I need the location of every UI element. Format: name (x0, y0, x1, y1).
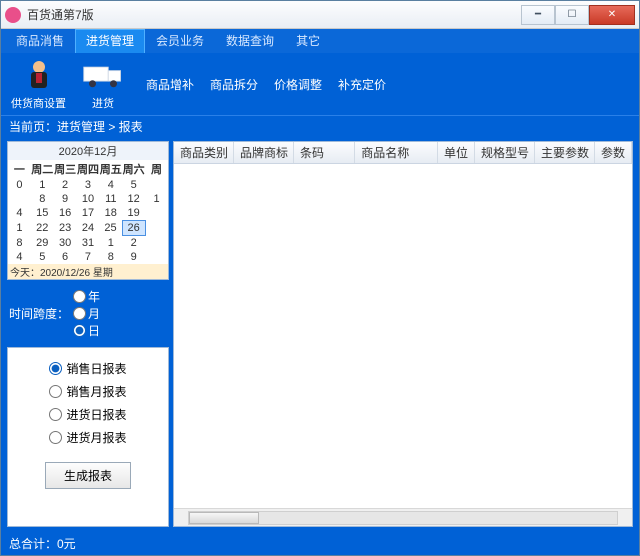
column-header-3[interactable]: 商品名称 (355, 142, 438, 163)
calendar-day[interactable]: 1 (145, 192, 168, 206)
timespan-option-日[interactable]: 日 (73, 322, 100, 339)
calendar-day[interactable]: 30 (54, 236, 77, 251)
calendar-footer[interactable]: 今天：2020/12/26 星期 (8, 264, 168, 279)
column-header-6[interactable]: 主要参数 (535, 142, 595, 163)
toolbar-link-0[interactable]: 商品增补 (146, 76, 194, 93)
calendar-day[interactable] (145, 206, 168, 221)
toolbar-purchase[interactable]: 进货 (78, 55, 128, 113)
app-icon (5, 7, 21, 23)
menu-0[interactable]: 商品消售 (5, 29, 75, 53)
toolbar-purchase-label: 进货 (92, 95, 114, 111)
titlebar: 百货通第7版 ━ ☐ ✕ (1, 1, 639, 29)
column-header-7[interactable]: 参数 (595, 142, 632, 163)
scrollbar-thumb[interactable] (189, 512, 259, 524)
calendar-day[interactable]: 10 (77, 192, 100, 206)
calendar-day[interactable] (145, 178, 168, 192)
timespan-row: 时间跨度： 年月日 (7, 286, 169, 341)
calendar-day[interactable]: 9 (54, 192, 77, 206)
report-option-0[interactable]: 销售日报表 (49, 360, 126, 377)
report-option-1[interactable]: 销售月报表 (49, 383, 126, 400)
calendar-day[interactable]: 7 (77, 250, 100, 264)
calendar-day[interactable]: 2 (54, 178, 77, 192)
status-bar: 总合计：0元 (1, 531, 639, 555)
calendar-day[interactable]: 26 (122, 221, 145, 236)
calendar-day[interactable]: 29 (31, 236, 54, 251)
toolbar-link-2[interactable]: 价格调整 (274, 76, 322, 93)
calendar-day[interactable]: 15 (31, 206, 54, 221)
calendar-day[interactable]: 8 (31, 192, 54, 206)
column-header-1[interactable]: 品牌商标 (234, 142, 294, 163)
calendar-day[interactable]: 4 (99, 178, 122, 192)
calendar-day[interactable]: 0 (8, 178, 31, 192)
calendar-day[interactable]: 23 (54, 221, 77, 236)
breadcrumb: 当前页：进货管理 > 报表 (1, 115, 639, 137)
data-grid[interactable]: 商品类别品牌商标条码商品名称单位规格型号主要参数参数 (173, 141, 633, 527)
column-header-2[interactable]: 条码 (294, 142, 355, 163)
calendar-day[interactable]: 19 (122, 206, 145, 221)
report-option-3[interactable]: 进货月报表 (49, 429, 126, 446)
calendar-title: 2020年12月 (8, 142, 168, 160)
menu-1[interactable]: 进货管理 (75, 29, 145, 53)
calendar-day[interactable]: 24 (77, 221, 100, 236)
close-button[interactable]: ✕ (589, 5, 635, 25)
calendar-day[interactable] (145, 236, 168, 251)
toolbar-link-1[interactable]: 商品拆分 (210, 76, 258, 93)
toolbar-link-3[interactable]: 补充定价 (338, 76, 386, 93)
calendar-day[interactable] (8, 192, 31, 206)
column-header-0[interactable]: 商品类别 (174, 142, 234, 163)
calendar-day[interactable]: 11 (99, 192, 122, 206)
report-option-2[interactable]: 进货日报表 (49, 406, 126, 423)
calendar-day[interactable]: 1 (31, 178, 54, 192)
minimize-button[interactable]: ━ (521, 5, 555, 25)
truck-icon (82, 57, 124, 93)
menu-3[interactable]: 数据查询 (215, 29, 285, 53)
calendar-day[interactable]: 5 (122, 178, 145, 192)
calendar-day[interactable]: 5 (31, 250, 54, 264)
horizontal-scrollbar[interactable] (174, 508, 632, 526)
column-header-5[interactable]: 规格型号 (475, 142, 535, 163)
calendar-day[interactable]: 16 (54, 206, 77, 221)
calendar-day[interactable]: 17 (77, 206, 100, 221)
calendar-day[interactable]: 3 (77, 178, 100, 192)
calendar-day[interactable] (145, 221, 168, 236)
calendar-day[interactable]: 9 (122, 250, 145, 264)
calendar-day[interactable]: 6 (54, 250, 77, 264)
menu-4[interactable]: 其它 (285, 29, 331, 53)
timespan-option-年[interactable]: 年 (73, 288, 100, 305)
calendar-day[interactable]: 1 (8, 221, 31, 236)
calendar-day[interactable]: 22 (31, 221, 54, 236)
calendar-day[interactable]: 4 (8, 250, 31, 264)
calendar-day[interactable]: 25 (99, 221, 122, 236)
toolbar-supplier[interactable]: 供货商设置 (7, 55, 70, 113)
window-title: 百货通第7版 (27, 6, 521, 23)
calendar-day[interactable]: 8 (8, 236, 31, 251)
toolbar: 供货商设置 进货 商品增补商品拆分价格调整补充定价 (1, 53, 639, 115)
calendar-day[interactable]: 1 (99, 236, 122, 251)
calendar-day[interactable]: 18 (99, 206, 122, 221)
calendar[interactable]: 2020年12月 一周二周三周四周五周六周0123458910111214151… (7, 141, 169, 280)
column-header-4[interactable]: 单位 (438, 142, 475, 163)
report-panel: 销售日报表销售月报表进货日报表进货月报表 生成报表 (7, 347, 169, 527)
generate-report-button[interactable]: 生成报表 (45, 462, 131, 489)
calendar-day[interactable]: 4 (8, 206, 31, 221)
person-icon (18, 57, 60, 93)
calendar-day[interactable]: 8 (99, 250, 122, 264)
grid-body (174, 164, 632, 508)
menu-2[interactable]: 会员业务 (145, 29, 215, 53)
calendar-day[interactable]: 31 (77, 236, 100, 251)
calendar-day[interactable] (145, 250, 168, 264)
timespan-option-月[interactable]: 月 (73, 305, 100, 322)
calendar-day[interactable]: 12 (122, 192, 145, 206)
toolbar-supplier-label: 供货商设置 (11, 95, 66, 111)
timespan-label: 时间跨度： (9, 305, 69, 322)
calendar-day[interactable]: 2 (122, 236, 145, 251)
menubar: 商品消售进货管理会员业务数据查询其它 (1, 29, 639, 53)
maximize-button[interactable]: ☐ (555, 5, 589, 25)
